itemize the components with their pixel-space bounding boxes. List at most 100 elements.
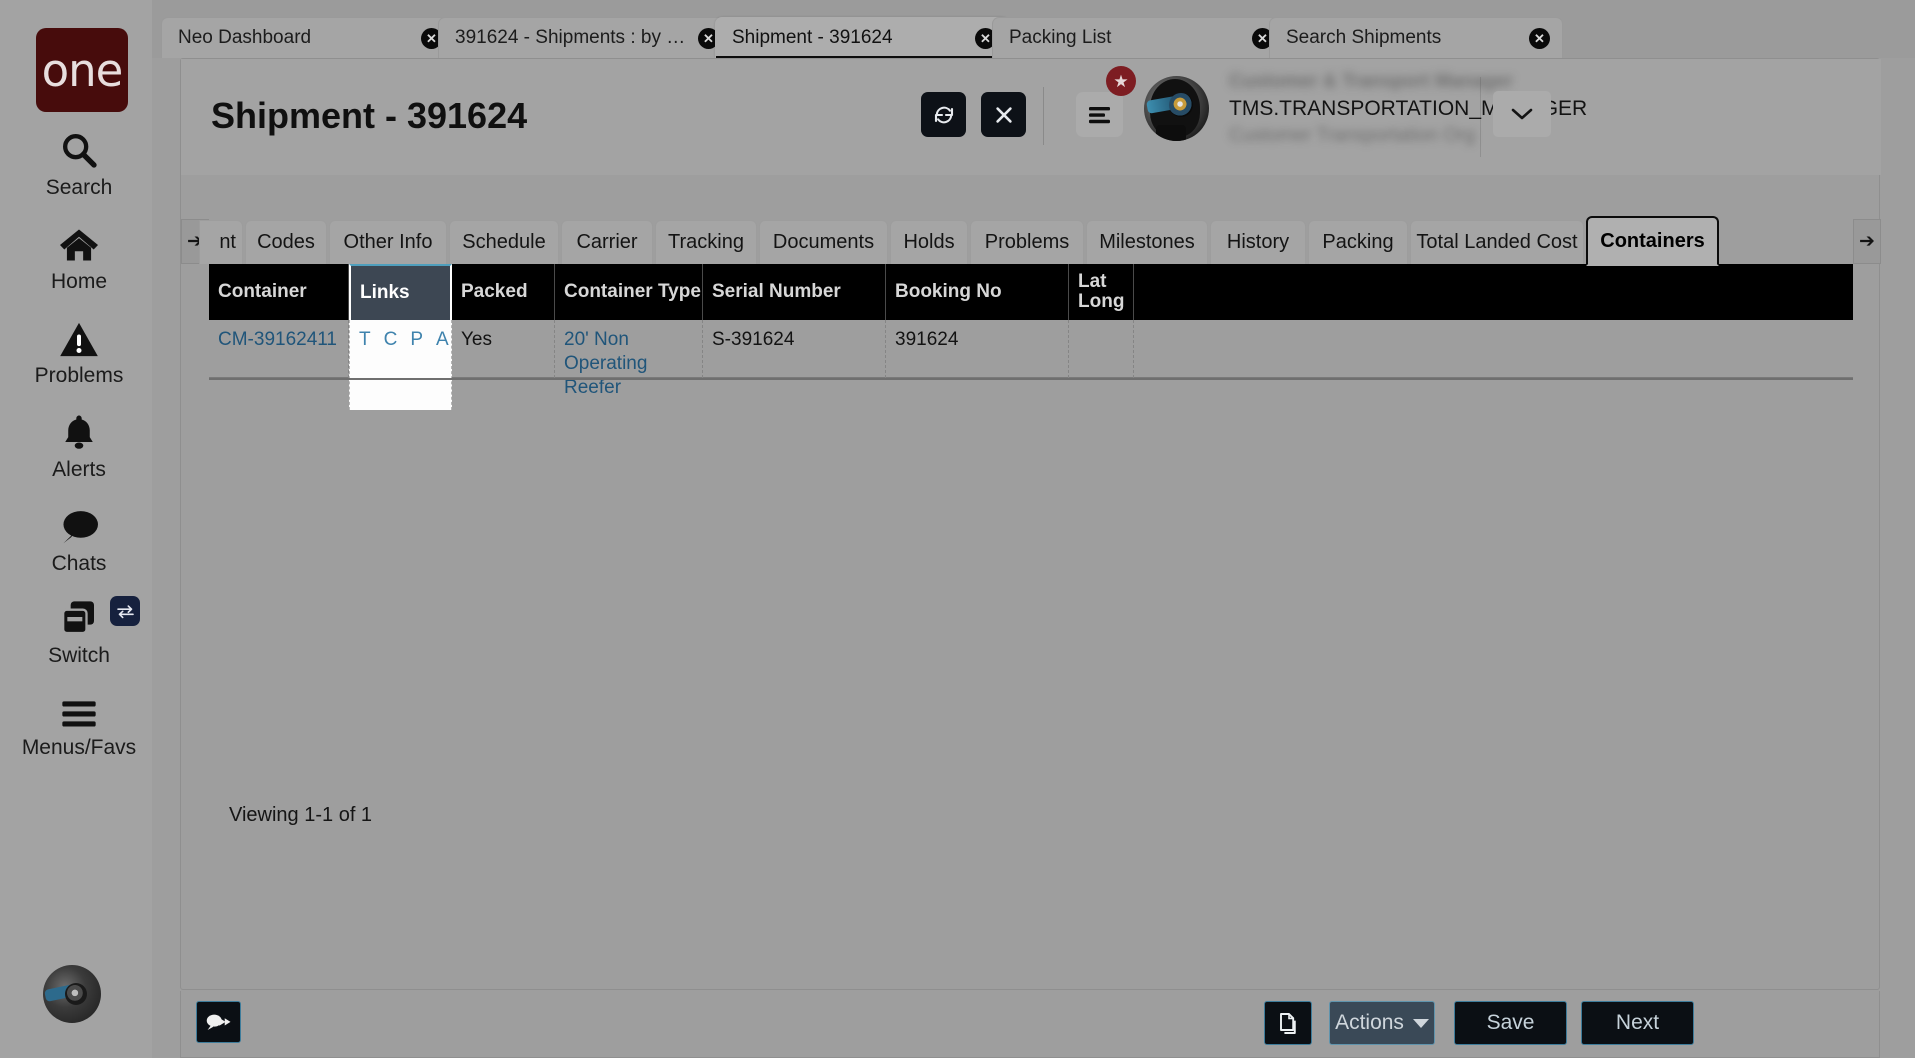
containers-grid: Container Links Packed Container Type Se… — [209, 264, 1853, 844]
star-icon: ★ — [1113, 71, 1129, 91]
sidebar-item-switch[interactable]: Switch — [6, 594, 152, 668]
column-label-line2: Long — [1078, 291, 1125, 312]
sidebar-item-alerts[interactable]: Alerts — [6, 408, 152, 482]
sidebar-label-chats: Chats — [51, 552, 107, 575]
tab-containers[interactable]: Containers — [1586, 216, 1719, 266]
tab-schedule[interactable]: Schedule — [449, 220, 559, 264]
links-group: T C P A — [359, 328, 449, 352]
tab-label: Packing — [1322, 231, 1394, 253]
close-icon[interactable]: ✕ — [1529, 27, 1550, 49]
tab-codes[interactable]: Codes — [245, 220, 327, 264]
page-footer: Actions Save Next — [180, 991, 1880, 1058]
save-button[interactable]: Save — [1454, 1001, 1567, 1045]
cell-packed: Yes — [452, 320, 555, 378]
column-label: Container — [218, 281, 307, 302]
sidebar-label-search: Search — [45, 176, 113, 199]
column-header-serial-number[interactable]: Serial Number — [703, 264, 886, 320]
link-c[interactable]: C — [384, 328, 398, 352]
hamburger-menu-icon — [1088, 106, 1110, 123]
tab-label: Milestones — [1099, 231, 1195, 253]
tab-carrier[interactable]: Carrier — [561, 220, 653, 264]
tab-label: History — [1226, 231, 1290, 253]
bell-icon — [60, 408, 98, 452]
refresh-button[interactable] — [921, 92, 966, 137]
browser-tab-label: Search Shipments — [1286, 27, 1442, 48]
tab-label: Total Landed Cost — [1416, 231, 1578, 253]
tab-tracking[interactable]: Tracking — [655, 220, 757, 264]
copy-document-icon — [1279, 1012, 1296, 1034]
chevron-down-icon — [1511, 108, 1533, 120]
browser-tab-label: Shipment - 391624 — [732, 27, 893, 48]
avatar-eye — [65, 983, 87, 1005]
tab-packing[interactable]: Packing — [1308, 220, 1408, 264]
tab-label: Codes — [257, 231, 315, 253]
warning-triangle-icon — [59, 314, 99, 358]
header-menu-button[interactable] — [1076, 92, 1123, 137]
page-panel: Shipment - 391624 ★ Customer & Transport… — [180, 58, 1881, 990]
table-row[interactable]: CM-39162411 T C P A Yes 20' Non Operatin… — [209, 320, 1853, 410]
tab-other-info[interactable]: Other Info — [329, 220, 447, 264]
browser-tab-neo-dashboard[interactable]: Neo Dashboard ✕ — [161, 17, 455, 58]
tab-total-landed-cost[interactable]: Total Landed Cost — [1410, 220, 1584, 264]
chat-button[interactable] — [196, 1001, 241, 1043]
column-header-container[interactable]: Container — [209, 264, 349, 320]
user-avatar[interactable] — [1144, 76, 1209, 141]
browser-tab-search-shipments[interactable]: Search Shipments ✕ — [1269, 17, 1563, 58]
link-t[interactable]: T — [359, 328, 371, 352]
page-title: Shipment - 391624 — [211, 95, 528, 136]
tab-label: Carrier — [576, 231, 638, 253]
hamburger-icon — [59, 686, 99, 730]
column-header-filler — [1134, 264, 1853, 320]
link-p[interactable]: P — [410, 328, 423, 352]
column-header-packed[interactable]: Packed — [452, 264, 555, 320]
tab-label: Schedule — [462, 231, 546, 253]
sidebar-item-home[interactable]: Home — [6, 220, 152, 294]
browser-tab-packing-list[interactable]: Packing List ✕ — [992, 17, 1286, 58]
column-header-container-type[interactable]: Container Type — [555, 264, 703, 320]
tab-shipment-clipped[interactable]: nt — [199, 220, 243, 264]
sidebar-item-problems[interactable]: Problems — [6, 314, 152, 388]
swap-arrows-icon — [116, 604, 134, 618]
cell-links[interactable]: T C P A — [349, 320, 452, 410]
browser-tab-shipment-391624[interactable]: Shipment - 391624 ✕ — [715, 17, 1009, 60]
tab-history[interactable]: History — [1210, 220, 1306, 264]
browser-tab-shipments-list[interactable]: 391624 - Shipments : by Shipme… ✕ — [438, 17, 732, 58]
column-label: Links — [360, 282, 410, 303]
cell-container[interactable]: CM-39162411 — [209, 320, 349, 378]
sidebar-item-menus-favs[interactable]: Menus/Favs — [6, 686, 152, 760]
logo-text: one — [41, 43, 124, 97]
switch-toggle-badge[interactable] — [110, 596, 140, 626]
column-header-links[interactable]: Links — [349, 264, 452, 320]
refresh-icon — [934, 106, 953, 123]
tab-milestones[interactable]: Milestones — [1086, 220, 1208, 264]
page-header: Shipment - 391624 ★ Customer & Transport… — [181, 59, 1881, 175]
sidebar-item-chats[interactable]: Chats — [6, 502, 152, 576]
home-icon — [58, 220, 100, 264]
sidebar-label-alerts: Alerts — [52, 458, 106, 481]
actions-button[interactable]: Actions — [1329, 1001, 1435, 1045]
avatar-eye — [1169, 93, 1193, 117]
status-badge: ★ — [1106, 66, 1136, 96]
user-display-name: Customer & Transport Manager — [1229, 71, 1513, 92]
link-a[interactable]: A — [436, 328, 449, 352]
browser-tab-label: Packing List — [1009, 27, 1112, 48]
tab-documents[interactable]: Documents — [759, 220, 888, 264]
user-menu-toggle[interactable] — [1493, 91, 1551, 137]
copy-button[interactable] — [1264, 1001, 1312, 1045]
column-header-booking-no[interactable]: Booking No — [886, 264, 1069, 320]
chevron-down-icon — [1412, 1018, 1429, 1028]
sidebar-item-search[interactable]: Search — [6, 126, 152, 200]
one-network-logo[interactable]: one — [36, 28, 128, 112]
avatar[interactable] — [43, 965, 101, 1023]
column-header-lat-long[interactable]: Lat Long — [1069, 264, 1134, 320]
tab-problems[interactable]: Problems — [970, 220, 1084, 264]
next-button[interactable]: Next — [1581, 1001, 1694, 1045]
sidebar-label-menus-favs: Menus/Favs — [21, 736, 137, 759]
cell-container-type[interactable]: 20' Non Operating Reefer — [555, 320, 703, 398]
close-page-button[interactable] — [981, 92, 1026, 137]
close-x-icon — [995, 106, 1012, 123]
tabs-scroll-right-button[interactable]: ➔ — [1853, 219, 1881, 264]
next-label: Next — [1615, 1011, 1660, 1034]
cell-filler — [1134, 320, 1853, 378]
tab-holds[interactable]: Holds — [890, 220, 968, 264]
